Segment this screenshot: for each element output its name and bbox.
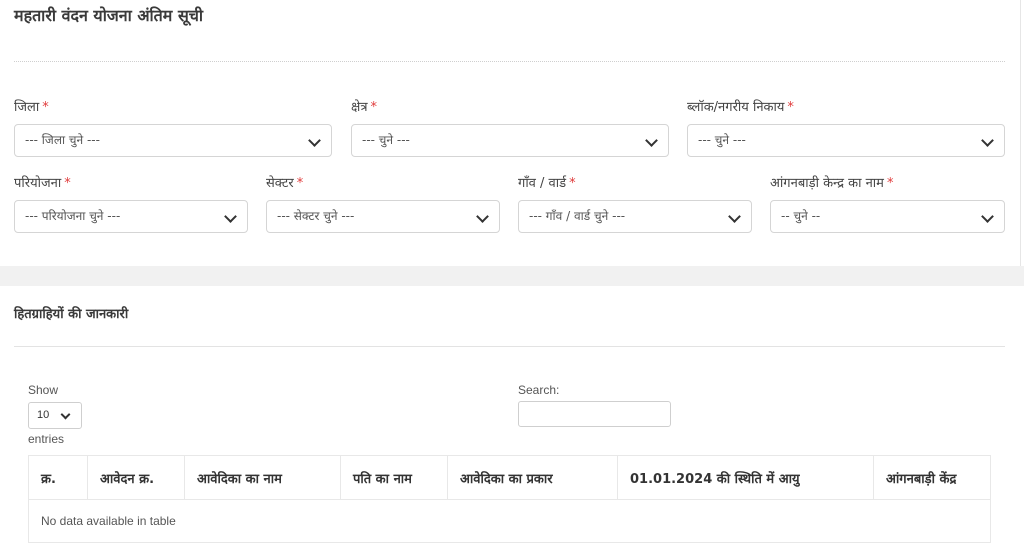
project-label: परियोजना * — [14, 173, 71, 191]
block-label-text: ब्लॉक/नगरीय निकाय — [687, 100, 785, 115]
beneficiaries-table: क्र. आवेदन क्र. आवेदिका का नाम पति का ना… — [28, 455, 991, 543]
column-header-serial[interactable]: क्र. — [28, 455, 88, 500]
anganwadi-select-value: -- चुने -- — [781, 209, 821, 223]
table-row: No data available in table — [28, 499, 991, 543]
anganwadi-label: आंगनबाड़ी केन्द्र का नाम * — [770, 173, 893, 191]
required-mark: * — [64, 176, 71, 191]
required-mark: * — [42, 100, 49, 115]
entries-label: entries — [28, 432, 65, 446]
show-label: Show — [28, 383, 59, 397]
project-select-value: --- परियोजना चुने --- — [25, 209, 121, 223]
area-select-value: --- चुने --- — [362, 133, 410, 147]
column-header-age[interactable]: 01.01.2024 की स्थिति में आयु — [617, 455, 874, 500]
village-select-value: --- गाँव / वार्ड चुने --- — [529, 209, 626, 223]
required-mark: * — [787, 100, 794, 115]
block-select[interactable]: --- चुने --- — [687, 124, 1005, 157]
column-header-applicant-type[interactable]: आवेदिका का प्रकार — [447, 455, 618, 500]
village-label: गाँव / वार्ड * — [518, 173, 576, 191]
chevron-down-icon — [981, 210, 994, 223]
page-length-value: 10 — [37, 409, 50, 421]
village-select[interactable]: --- गाँव / वार्ड चुने --- — [518, 200, 752, 233]
area-select[interactable]: --- चुने --- — [351, 124, 669, 157]
chevron-down-icon — [981, 134, 994, 147]
required-mark: * — [296, 176, 304, 191]
chevron-down-icon — [308, 134, 321, 147]
block-select-value: --- चुने --- — [698, 133, 746, 147]
search-input[interactable] — [518, 401, 671, 427]
column-header-anganwadi[interactable]: आंगनबाड़ी केंद्र — [873, 455, 991, 500]
area-label-text: क्षेत्र — [351, 100, 368, 115]
chevron-down-icon — [728, 210, 741, 223]
chevron-down-icon — [645, 134, 658, 147]
required-mark: * — [370, 100, 378, 115]
chevron-down-icon — [476, 210, 489, 223]
chevron-down-icon — [60, 409, 71, 420]
empty-table-message: No data available in table — [28, 499, 991, 543]
sector-select-value: --- सेक्टर चुने --- — [277, 209, 355, 223]
anganwadi-select[interactable]: -- चुने -- — [770, 200, 1005, 233]
required-mark: * — [886, 176, 894, 191]
district-select[interactable]: --- जिला चुने --- — [14, 124, 332, 157]
table-header-row: क्र. आवेदन क्र. आवेदिका का नाम पति का ना… — [28, 455, 991, 500]
village-label-text: गाँव / वार्ड — [518, 176, 567, 191]
sector-label: सेक्टर * — [266, 173, 303, 191]
district-label-text: जिला — [14, 100, 40, 115]
area-label: क्षेत्र * — [351, 97, 377, 115]
district-label: जिला * — [14, 97, 49, 115]
chevron-down-icon — [224, 210, 237, 223]
required-mark: * — [569, 176, 576, 191]
page-title: महतारी वंदन योजना अंतिम सूची — [14, 6, 204, 25]
column-header-husband-name[interactable]: पति का नाम — [340, 455, 448, 500]
sector-label-text: सेक्टर — [266, 176, 294, 191]
section-divider — [14, 346, 1005, 347]
project-label-text: परियोजना — [14, 176, 62, 191]
title-divider — [14, 61, 1005, 62]
column-header-applicant-name[interactable]: आवेदिका का नाम — [184, 455, 341, 500]
anganwadi-label-text: आंगनबाड़ी केन्द्र का नाम — [770, 176, 884, 191]
project-select[interactable]: --- परियोजना चुने --- — [14, 200, 248, 233]
section-separator — [0, 266, 1024, 286]
search-label: Search: — [518, 383, 560, 397]
page-length-select[interactable]: 10 — [28, 402, 82, 429]
section-title: हितग्राहियों की जानकारी — [14, 307, 129, 322]
column-header-application-no[interactable]: आवेदन क्र. — [87, 455, 185, 500]
sector-select[interactable]: --- सेक्टर चुने --- — [266, 200, 500, 233]
district-select-value: --- जिला चुने --- — [25, 133, 100, 147]
block-label: ब्लॉक/नगरीय निकाय * — [687, 97, 794, 115]
